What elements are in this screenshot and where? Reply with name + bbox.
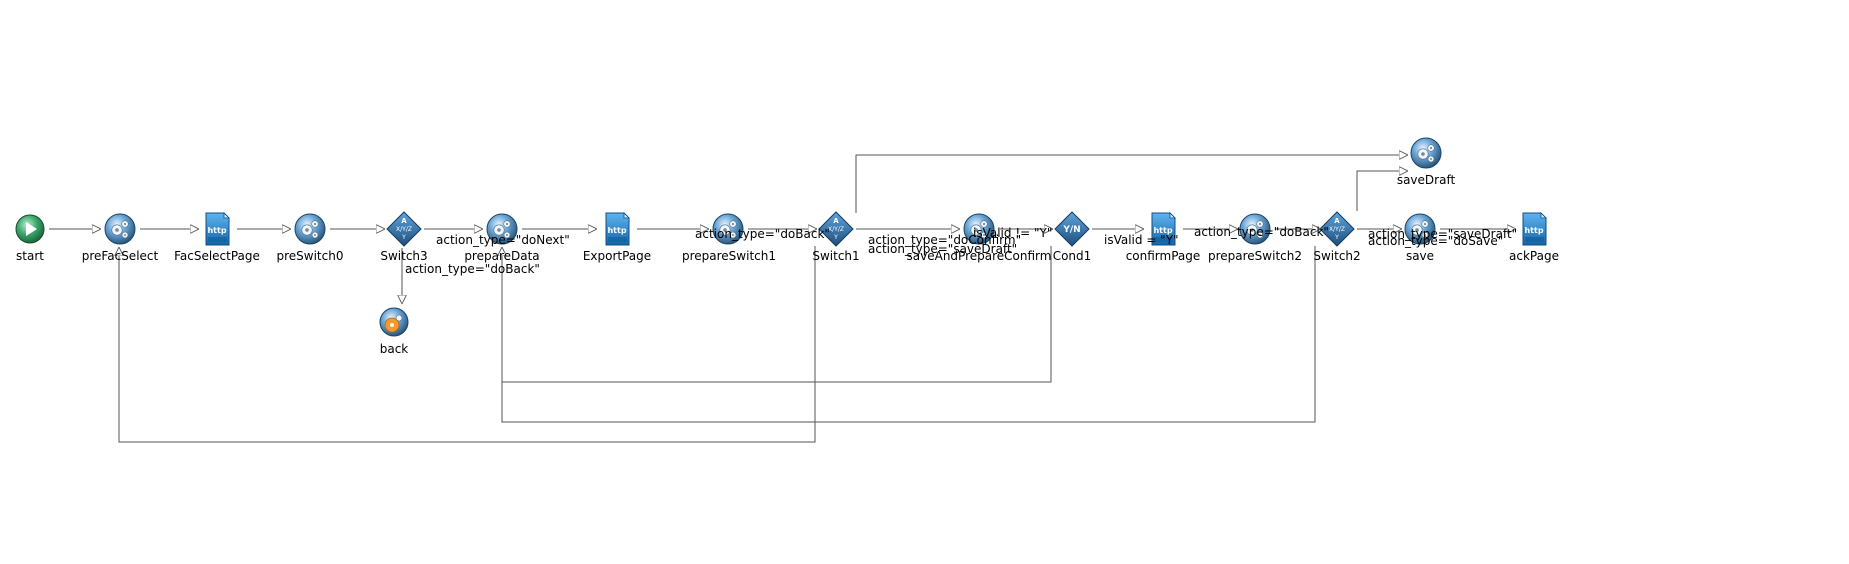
node-label: Switch1 <box>812 249 859 263</box>
node-facselectpage[interactable]: FacSelectPage <box>174 212 260 263</box>
edge-label: action_type="doBack" <box>405 262 540 276</box>
edge-switch1-savedraft <box>855 155 1407 213</box>
edge-cond1-preparedata <box>502 246 1052 383</box>
edge-label: action_type="doBack" <box>695 227 830 241</box>
node-prefacselect[interactable]: preFacSelect <box>82 213 159 263</box>
gear-icon <box>379 307 409 337</box>
http-page-icon <box>205 212 230 246</box>
node-cond1[interactable]: Cond1 <box>1053 211 1092 263</box>
node-label: prepareSwitch2 <box>1208 249 1302 263</box>
edge-switch2-preparedata <box>501 246 1316 423</box>
process-flow-diagram: http A X/Y/Z Y Y/N <box>15 137 1559 443</box>
node-label: confirmPage <box>1126 249 1201 263</box>
edge-label: action_type="doBack" <box>1194 225 1329 239</box>
node-label: ExportPage <box>583 249 651 263</box>
node-label: ackPage <box>1509 249 1559 263</box>
node-label: back <box>380 342 409 356</box>
http-page-icon <box>1522 212 1547 246</box>
play-icon <box>15 214 45 244</box>
edge-label: action_type="doSave" <box>1368 234 1503 248</box>
node-exportpage[interactable]: ExportPage <box>583 212 651 263</box>
node-preswitch0[interactable]: preSwitch0 <box>277 213 344 263</box>
edge-label: isValid != "Y" <box>973 226 1052 240</box>
gear-icon <box>1410 137 1442 169</box>
node-label: prepareData <box>464 249 539 263</box>
http-page-icon <box>605 212 630 246</box>
node-label: Cond1 <box>1053 249 1092 263</box>
node-label: Switch3 <box>380 249 427 263</box>
node-label: Switch2 <box>1313 249 1360 263</box>
node-label: preSwitch0 <box>277 249 344 263</box>
yn-condition-icon <box>1054 211 1090 247</box>
node-label: FacSelectPage <box>174 249 260 263</box>
gear-icon <box>294 213 326 245</box>
node-label: prepareSwitch1 <box>682 249 776 263</box>
node-start[interactable]: start <box>15 214 45 263</box>
node-switch3[interactable]: Switch3 <box>380 211 428 263</box>
node-label: save <box>1406 249 1434 263</box>
edge-label: action_type="saveDraft" <box>868 242 1017 256</box>
node-label: saveDraft <box>1397 173 1456 187</box>
gear-icon <box>104 213 136 245</box>
edge-label: action_type="doNext" <box>436 233 570 247</box>
switch-icon <box>386 211 422 247</box>
node-back[interactable]: back <box>379 307 409 356</box>
node-label: start <box>16 249 44 263</box>
edges <box>49 155 1515 443</box>
node-savedraft[interactable]: saveDraft <box>1397 137 1456 187</box>
node-label: preFacSelect <box>82 249 159 263</box>
edge-label: isValid = "Y" <box>1104 233 1179 247</box>
